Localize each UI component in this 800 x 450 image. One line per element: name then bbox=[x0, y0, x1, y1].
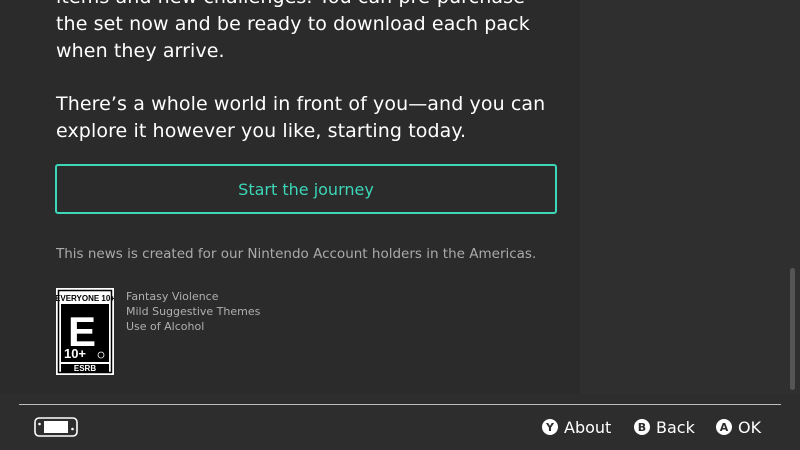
back-label: Back bbox=[656, 417, 695, 437]
news-screen: items and new challenges. You can pre-pu… bbox=[0, 0, 800, 450]
ok-button[interactable]: A OK bbox=[716, 417, 761, 437]
scrollbar[interactable] bbox=[790, 268, 795, 390]
article-paragraph: There’s a whole world in front of you—an… bbox=[56, 93, 546, 142]
esrb-age-label: EVERYONE 10+ bbox=[56, 294, 114, 303]
esrb-label: ESRB bbox=[74, 364, 96, 373]
back-button[interactable]: B Back bbox=[634, 417, 695, 437]
article-paragraph: items and new challenges. You can pre-pu… bbox=[56, 0, 530, 62]
esrb-rating-badge: EVERYONE 10+ E 10+ ESRB bbox=[56, 288, 114, 375]
footer-divider bbox=[19, 404, 781, 405]
descriptor-item: Mild Suggestive Themes bbox=[126, 305, 261, 318]
y-button-icon: Y bbox=[542, 419, 558, 435]
about-label: About bbox=[564, 417, 612, 437]
region-note: This news is created for our Nintendo Ac… bbox=[56, 246, 537, 262]
side-panel bbox=[580, 0, 800, 394]
a-button-icon: A bbox=[716, 419, 732, 435]
about-button[interactable]: Y About bbox=[542, 417, 611, 437]
b-button-icon: B bbox=[634, 419, 650, 435]
article-panel: items and new challenges. You can pre-pu… bbox=[0, 0, 580, 394]
descriptor-item: Fantasy Violence bbox=[126, 290, 219, 303]
ok-label: OK bbox=[738, 417, 762, 437]
switch-console-icon bbox=[34, 417, 78, 437]
descriptor-item: Use of Alcohol bbox=[126, 320, 205, 333]
start-journey-button[interactable]: Start the journey bbox=[55, 164, 557, 214]
esrb-age-number: 10+ bbox=[64, 346, 86, 361]
content-descriptors: Fantasy Violence Mild Suggestive Themes … bbox=[126, 289, 260, 334]
